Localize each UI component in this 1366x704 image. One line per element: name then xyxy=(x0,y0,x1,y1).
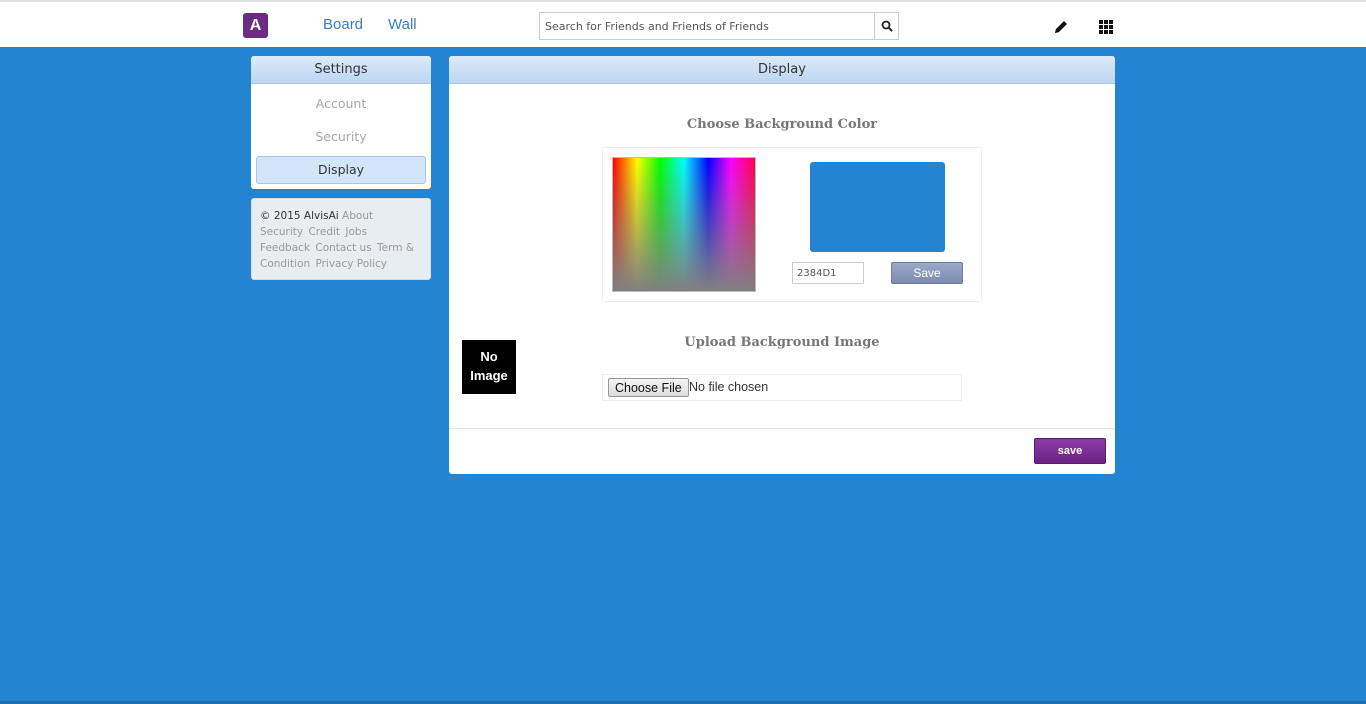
display-title: Display xyxy=(449,56,1115,84)
choose-file-button[interactable]: Choose File xyxy=(608,378,689,397)
color-spectrum[interactable] xyxy=(612,157,756,292)
file-status-text: No file chosen xyxy=(689,380,769,394)
sidebar-item-security[interactable]: Security xyxy=(256,123,426,151)
footer-link-credit[interactable]: Credit xyxy=(308,226,340,238)
apps-grid-icon[interactable] xyxy=(1098,19,1114,35)
footer-links: © 2015 AlvisAi About Security Credit Job… xyxy=(251,198,431,280)
search-input[interactable] xyxy=(540,13,874,39)
nav-wall-link[interactable]: Wall xyxy=(388,16,417,33)
app-logo[interactable]: A xyxy=(243,13,268,38)
color-save-button[interactable]: Save xyxy=(891,262,963,284)
display-settings-panel: Display Choose Background Color Save No … xyxy=(449,56,1115,474)
footer-link-about[interactable]: About xyxy=(342,210,373,222)
top-navbar: A Board Wall xyxy=(0,0,1366,47)
footer-link-security[interactable]: Security xyxy=(260,226,303,238)
settings-title: Settings xyxy=(251,56,431,84)
divider xyxy=(449,428,1115,429)
copyright-text: © 2015 AlvisAi xyxy=(260,210,339,222)
sidebar-item-account[interactable]: Account xyxy=(256,90,426,118)
hex-color-input[interactable] xyxy=(792,262,864,284)
pencil-icon[interactable] xyxy=(1052,18,1070,36)
search-icon xyxy=(881,20,893,32)
file-upload: Choose File No file chosen xyxy=(602,374,962,401)
settings-sidebar: Settings Account Security Display xyxy=(251,56,431,189)
save-button[interactable]: save xyxy=(1034,438,1106,464)
search-bar xyxy=(539,12,899,40)
color-picker: Save xyxy=(602,147,982,302)
nav-board-link[interactable]: Board xyxy=(323,16,363,33)
footer-link-feedback[interactable]: Feedback xyxy=(260,242,310,254)
search-button[interactable] xyxy=(874,13,898,39)
footer-link-privacy[interactable]: Privacy Policy xyxy=(315,258,387,270)
footer-link-contact[interactable]: Contact us xyxy=(315,242,371,254)
color-preview-swatch xyxy=(810,162,945,252)
footer-link-jobs[interactable]: Jobs xyxy=(345,226,367,238)
upload-section-title: Upload Background Image xyxy=(684,335,880,350)
sidebar-item-display[interactable]: Display xyxy=(256,156,426,184)
color-section-title: Choose Background Color xyxy=(686,117,878,132)
